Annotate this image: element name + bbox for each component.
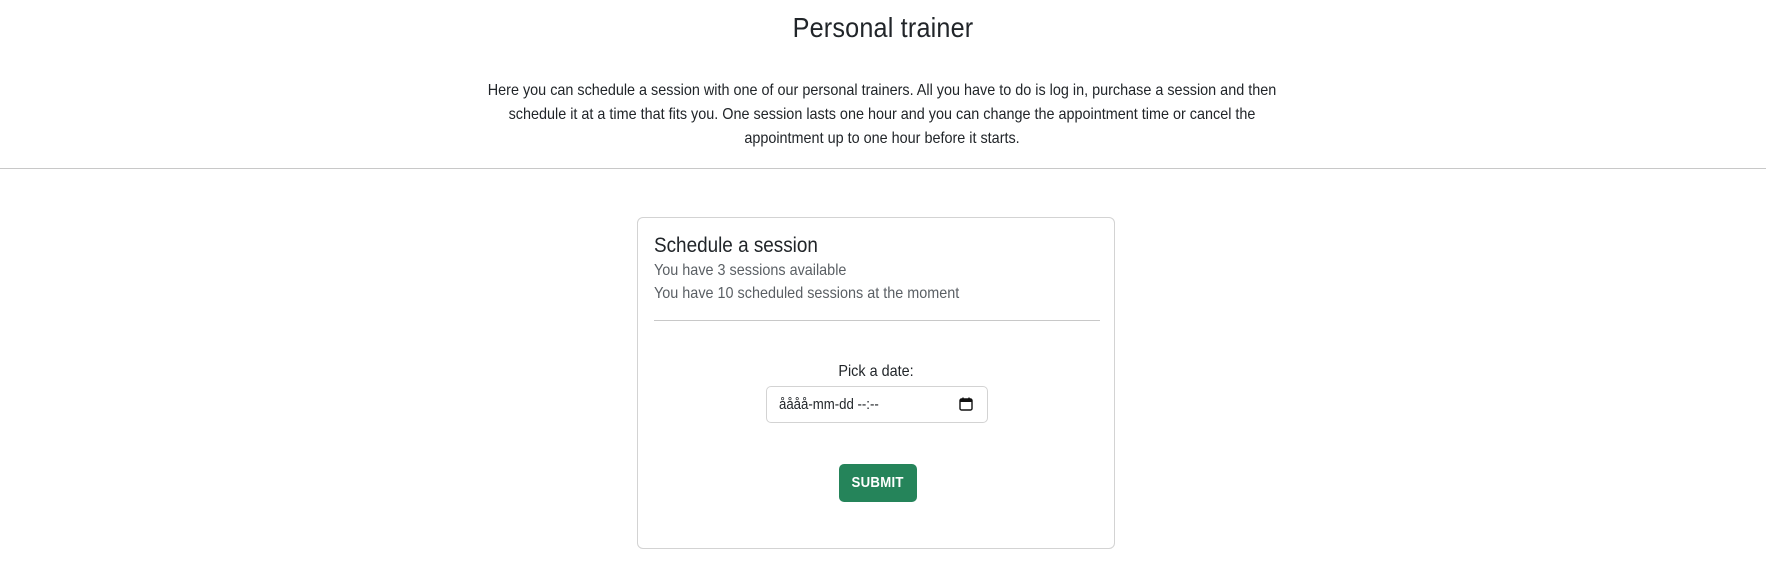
date-label: Pick a date:	[838, 363, 914, 380]
schedule-card: Schedule a session You have 3 sessions a…	[637, 217, 1115, 549]
page: Personal trainer Here you can schedule a…	[0, 0, 1766, 584]
submit-button[interactable]: SUBMIT	[839, 464, 917, 502]
datetime-input[interactable]: åååå-mm-dd --:--	[766, 386, 988, 423]
calendar-icon[interactable]	[959, 397, 973, 411]
card-divider	[654, 320, 1100, 321]
intro-text: Here you can schedule a session with one…	[487, 82, 1277, 147]
sessions-scheduled-text: You have 10 scheduled sessions at the mo…	[654, 285, 960, 302]
page-title: Personal trainer	[792, 12, 974, 43]
card-title: Schedule a session	[654, 234, 818, 257]
datetime-input-value: åååå-mm-dd --:--	[779, 396, 879, 413]
submit-button-label: SUBMIT	[851, 474, 905, 491]
sessions-available-text: You have 3 sessions available	[654, 262, 847, 279]
header-divider	[0, 168, 1766, 169]
